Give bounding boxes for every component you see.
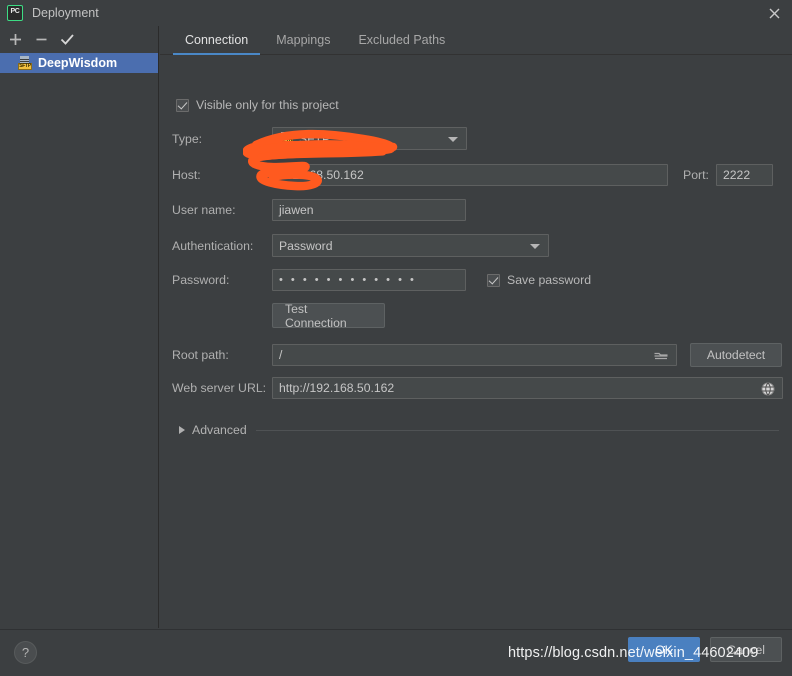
deployment-dialog: Deployment xyxy=(0,0,792,676)
chevron-down-icon xyxy=(530,243,540,249)
chevron-right-icon xyxy=(179,426,185,434)
web-server-url-label: Web server URL: xyxy=(172,381,267,395)
type-value: SFTP xyxy=(299,131,331,146)
window-title: Deployment xyxy=(32,6,99,20)
connection-panel: Connection Mappings Excluded Paths Visib… xyxy=(160,26,792,628)
test-connection-button[interactable]: Test Connection xyxy=(272,302,385,330)
authentication-row: Authentication: Password xyxy=(172,234,772,257)
port-label: Port: xyxy=(683,168,709,182)
server-list: SFTP DeepWisdom xyxy=(0,53,158,73)
advanced-divider xyxy=(255,429,779,431)
user-name-input[interactable]: jiawen xyxy=(272,199,466,221)
add-server-button[interactable] xyxy=(4,28,26,50)
host-label: Host: xyxy=(172,168,201,182)
type-label: Type: xyxy=(172,131,203,146)
authentication-label: Authentication: xyxy=(172,238,254,253)
type-row: Type: SFTP SFTP xyxy=(172,127,772,150)
cancel-button[interactable]: Cancel xyxy=(710,637,782,662)
port-input[interactable]: 2222 xyxy=(716,164,773,186)
visible-only-checkbox[interactable] xyxy=(176,98,189,112)
host-row: Host: 192.168.50.162 Port: 2222 xyxy=(172,164,792,186)
help-icon[interactable]: ? xyxy=(14,641,37,664)
save-password-checkbox[interactable] xyxy=(487,273,500,287)
help-label: ? xyxy=(21,645,30,660)
chevron-down-icon xyxy=(448,136,458,142)
title-bar: Deployment xyxy=(0,0,792,26)
autodetect-button[interactable]: Autodetect xyxy=(690,343,782,367)
password-row: Password: • • • • • • • • • • • • Save p… xyxy=(172,269,772,291)
server-list-sidebar: SFTP DeepWisdom xyxy=(0,26,159,628)
root-path-label: Root path: xyxy=(172,348,229,362)
web-server-url-input[interactable]: http://192.168.50.162 xyxy=(272,377,783,399)
remove-server-button[interactable] xyxy=(30,28,52,50)
sidebar-toolbar xyxy=(0,26,158,52)
globe-icon[interactable] xyxy=(761,382,775,398)
host-input[interactable]: 192.168.50.162 xyxy=(272,164,668,186)
user-name-label: User name: xyxy=(172,203,236,217)
save-password-label: Save password xyxy=(507,273,592,287)
advanced-section-toggle[interactable]: Advanced xyxy=(179,423,779,437)
close-icon[interactable] xyxy=(764,4,784,22)
set-default-server-button[interactable] xyxy=(56,28,78,50)
test-connection-row: Test Connection xyxy=(272,302,385,330)
tab-mappings[interactable]: Mappings xyxy=(262,33,344,54)
pycharm-icon xyxy=(7,5,23,21)
tab-bar: Connection Mappings Excluded Paths xyxy=(160,26,792,55)
sftp-type-icon: SFTP xyxy=(279,131,293,146)
advanced-label: Advanced xyxy=(192,423,247,437)
tab-connection[interactable]: Connection xyxy=(171,33,262,55)
authentication-combo[interactable]: Password xyxy=(272,234,549,257)
authentication-value: Password xyxy=(279,238,333,253)
root-path-row: Root path: / Autodetect xyxy=(172,343,792,367)
sftp-badge-label: SFTP xyxy=(18,63,32,70)
user-name-row: User name: jiawen xyxy=(172,199,772,221)
root-path-value: / xyxy=(279,348,283,362)
type-combo[interactable]: SFTP SFTP xyxy=(272,127,467,150)
folder-icon[interactable] xyxy=(654,350,668,365)
ok-button[interactable]: OK xyxy=(628,637,700,662)
password-input[interactable]: • • • • • • • • • • • • xyxy=(272,269,466,291)
sftp-server-icon: SFTP xyxy=(18,56,32,70)
visible-only-label: Visible only for this project xyxy=(196,98,339,112)
visible-only-row: Visible only for this project xyxy=(176,98,339,112)
sidebar-item-label: DeepWisdom xyxy=(38,56,118,70)
tab-excluded-paths[interactable]: Excluded Paths xyxy=(344,33,459,54)
web-server-url-row: Web server URL: http://192.168.50.162 xyxy=(172,377,792,399)
sftp-type-badge-label: SFTP xyxy=(279,138,293,146)
root-path-input[interactable]: / xyxy=(272,344,677,366)
password-label: Password: xyxy=(172,273,230,287)
web-server-url-value: http://192.168.50.162 xyxy=(279,381,395,395)
sidebar-item-deepwisdom[interactable]: SFTP DeepWisdom xyxy=(0,53,158,73)
